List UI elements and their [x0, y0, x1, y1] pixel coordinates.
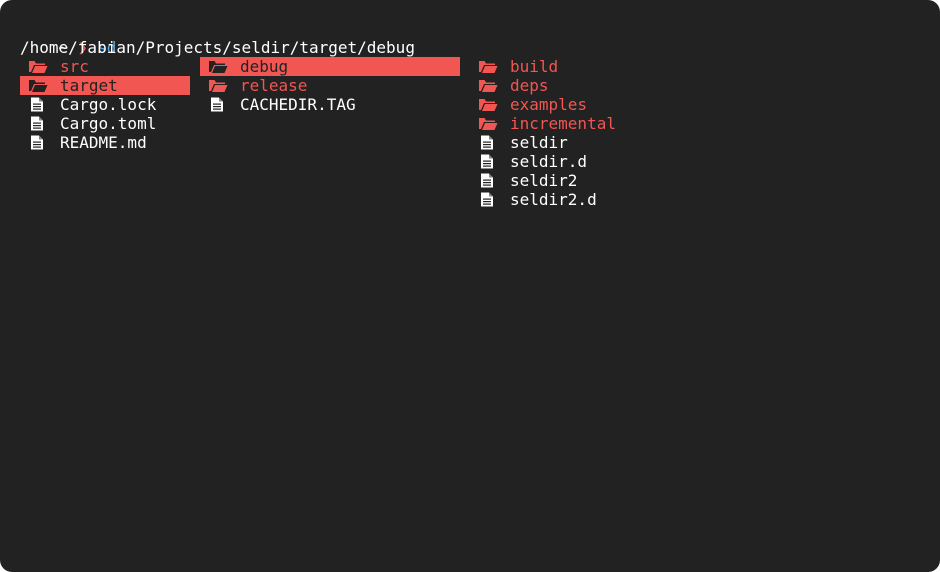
- folder-open-icon: [28, 59, 48, 74]
- entry-name: seldir.d: [510, 152, 588, 171]
- file-icon: [28, 97, 48, 112]
- file-icon: [28, 135, 48, 150]
- entry-name: README.md: [60, 133, 147, 152]
- current-path: /home/fabian/Projects/seldir/target/debu…: [20, 38, 415, 57]
- file-item-seldir[interactable]: seldir: [470, 133, 670, 152]
- folder-open-icon: [208, 59, 228, 74]
- file-icon: [478, 173, 498, 188]
- file-icon: [478, 135, 498, 150]
- entry-name: build: [510, 57, 559, 76]
- folder-open-icon: [208, 78, 228, 93]
- file-item-readme-md[interactable]: README.md: [20, 133, 190, 152]
- entry-name: seldir: [510, 133, 568, 152]
- directory-item-deps[interactable]: deps: [470, 76, 670, 95]
- entry-name: Cargo.toml: [60, 114, 157, 133]
- directory-item-debug[interactable]: debug: [200, 57, 460, 76]
- entry-name: src: [60, 57, 89, 76]
- entry-name: incremental: [510, 114, 616, 133]
- directory-item-examples[interactable]: examples: [470, 95, 670, 114]
- file-item-cargo-lock[interactable]: Cargo.lock: [20, 95, 190, 114]
- entry-name: release: [240, 76, 308, 95]
- column-current: debug release CACHEDIR.TAG: [200, 57, 460, 114]
- entry-name: deps: [510, 76, 549, 95]
- entry-name: seldir2.d: [510, 190, 597, 209]
- entry-name: examples: [510, 95, 588, 114]
- file-icon: [478, 154, 498, 169]
- column-preview: build deps examples incremental seldir s…: [470, 57, 670, 209]
- directory-item-release[interactable]: release: [200, 76, 460, 95]
- folder-open-icon: [478, 116, 498, 131]
- column-parent: src target Cargo.lock Cargo.toml README.…: [20, 57, 190, 152]
- entry-name: CACHEDIR.TAG: [240, 95, 356, 114]
- file-item-seldir2[interactable]: seldir2: [470, 171, 670, 190]
- file-item-cachedir-tag[interactable]: CACHEDIR.TAG: [200, 95, 460, 114]
- entry-name: Cargo.lock: [60, 95, 157, 114]
- folder-open-icon: [478, 59, 498, 74]
- file-icon: [28, 116, 48, 131]
- file-icon: [208, 97, 228, 112]
- directory-item-src[interactable]: src: [20, 57, 190, 76]
- folder-open-icon: [28, 78, 48, 93]
- folder-open-icon: [478, 78, 498, 93]
- folder-open-icon: [478, 97, 498, 112]
- entry-name: seldir2: [510, 171, 578, 190]
- file-item-seldir2-d[interactable]: seldir2.d: [470, 190, 670, 209]
- prompt-line: ~ ❯ sd: [20, 19, 117, 57]
- directory-item-incremental[interactable]: incremental: [470, 114, 670, 133]
- entry-name: debug: [240, 57, 289, 76]
- entry-name: target: [60, 76, 118, 95]
- directory-item-build[interactable]: build: [470, 57, 670, 76]
- file-item-cargo-toml[interactable]: Cargo.toml: [20, 114, 190, 133]
- file-icon: [478, 192, 498, 207]
- file-item-seldir-d[interactable]: seldir.d: [470, 152, 670, 171]
- directory-item-target[interactable]: target: [20, 76, 190, 95]
- terminal-window[interactable]: ~ ❯ sd /home/fabian/Projects/seldir/targ…: [0, 0, 940, 572]
